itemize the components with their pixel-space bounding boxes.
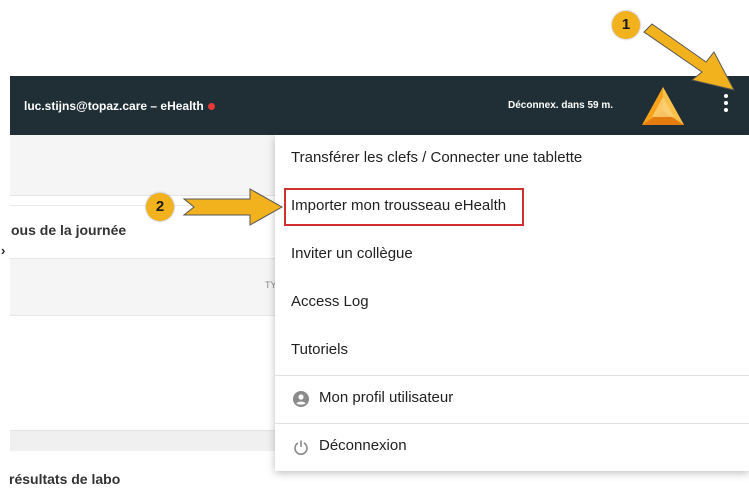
highlight-box: [284, 188, 524, 226]
lab-results-title: résultats de labo: [9, 471, 121, 487]
account-circle-icon: [293, 391, 309, 407]
account-text: luc.stijns@topaz.care – eHealth: [24, 99, 204, 113]
appointments-table-header: [10, 258, 300, 316]
menu-item-label: Inviter un collègue: [291, 245, 413, 262]
step-badge-1: 1: [612, 11, 640, 39]
arrow-1-icon: [643, 23, 735, 91]
arrow-2-icon: [182, 188, 284, 226]
menu-item-logout[interactable]: Déconnexion: [275, 423, 749, 471]
chevron-right-icon[interactable]: ›: [1, 243, 5, 258]
section-strip: [10, 430, 300, 451]
more-options-icon[interactable]: [720, 94, 732, 116]
menu-item-label: Déconnexion: [319, 437, 407, 454]
menu-item-label: Access Log: [291, 293, 369, 310]
step-badge-2: 2: [146, 193, 174, 221]
menu-item-label: Mon profil utilisateur: [319, 389, 454, 406]
menu-item-label: Transférer les clefs / Connecter une tab…: [291, 149, 583, 166]
power-icon: [294, 440, 308, 455]
menu-item-access-log[interactable]: Access Log: [275, 279, 749, 327]
menu-item-tutorials[interactable]: Tutoriels: [275, 327, 749, 375]
account-label: luc.stijns@topaz.care – eHealth: [24, 99, 215, 113]
menu-item-invite-colleague[interactable]: Inviter un collègue: [275, 231, 749, 279]
top-bar: luc.stijns@topaz.care – eHealth Déconnex…: [10, 76, 749, 135]
menu-item-transfer-keys[interactable]: Transférer les clefs / Connecter une tab…: [275, 135, 749, 183]
status-dot: [207, 103, 215, 111]
menu-item-label: Tutoriels: [291, 341, 348, 358]
appointments-title: ous de la journée: [11, 222, 127, 238]
session-timer: Déconnex. dans 59 m.: [508, 100, 614, 111]
overflow-menu: Transférer les clefs / Connecter une tab…: [275, 135, 749, 471]
menu-item-user-profile[interactable]: Mon profil utilisateur: [275, 375, 749, 423]
